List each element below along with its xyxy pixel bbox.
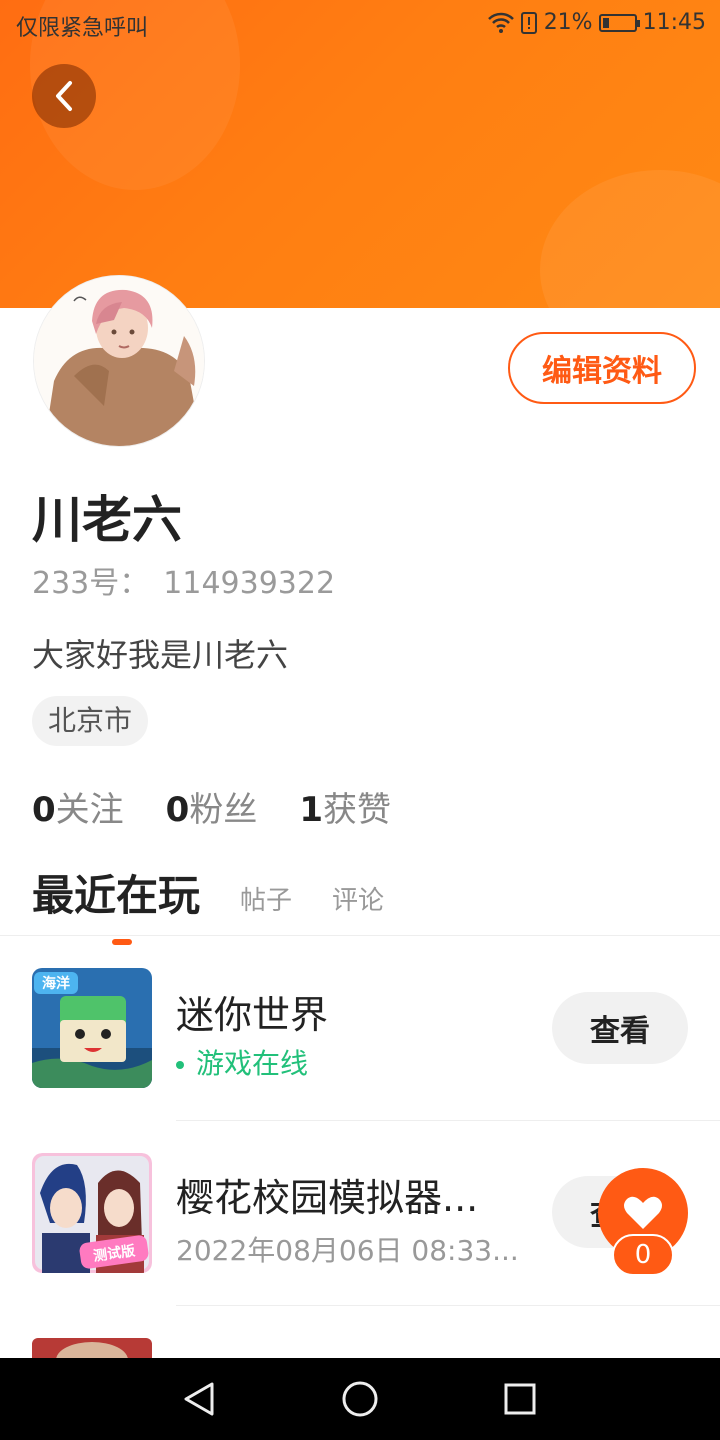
last-played-time: 2022年08月06日 08:33... [176, 1234, 519, 1267]
like-count-badge: 0 [612, 1234, 674, 1276]
nav-back-button[interactable] [178, 1378, 220, 1420]
avatar-illustration [34, 276, 204, 446]
view-button[interactable]: 查看 [552, 992, 688, 1064]
user-id-value: 114939322 [163, 566, 336, 601]
stat-followers[interactable]: 0粉丝 [166, 782, 258, 831]
stat-value: 0 [32, 790, 56, 830]
tab-recently-played[interactable]: 最近在玩 [32, 862, 201, 945]
stat-label: 粉丝 [189, 790, 258, 830]
status-text: 游戏在线 [196, 1047, 309, 1080]
game-name: 迷你世界 [176, 993, 329, 1037]
tab-comments[interactable]: 评论 [332, 880, 384, 923]
back-triangle-icon [184, 1382, 214, 1416]
user-bio: 大家好我是川老六 [32, 636, 289, 674]
chevron-left-icon [56, 81, 72, 111]
status-icons: 21% 11:45 [487, 10, 706, 35]
stats-row: 0关注 0粉丝 1获赞 [32, 782, 391, 831]
content-tabs: 最近在玩 帖子 评论 [32, 862, 384, 945]
divider [176, 1305, 720, 1306]
wifi-icon [487, 12, 514, 33]
tab-posts[interactable]: 帖子 [240, 880, 292, 923]
nav-recents-button[interactable] [499, 1378, 541, 1420]
battery-percent: 21% [543, 10, 593, 35]
game-icon-sakura-school: 测试版 [32, 1153, 152, 1273]
stat-value: 1 [299, 790, 324, 830]
game-icon-partial [32, 1338, 152, 1358]
status-bar: 仅限紧急呼叫 21% 11:45 [0, 0, 720, 50]
location-tag: 北京市 [32, 696, 149, 746]
stat-label: 获赞 [323, 790, 392, 830]
user-id-label: 233号： [32, 566, 150, 601]
edit-profile-button[interactable]: 编辑资料 [508, 332, 696, 404]
game-online-status: 游戏在线 [176, 1042, 308, 1082]
clock: 11:45 [642, 10, 706, 35]
username: 川老六 [32, 491, 182, 549]
stat-value: 0 [165, 790, 190, 830]
game-icon-mini-world: 海洋 [32, 968, 152, 1088]
home-circle-icon [342, 1381, 378, 1417]
stat-likes[interactable]: 1获赞 [299, 782, 391, 831]
recents-square-icon [504, 1383, 536, 1415]
battery-saver-icon [598, 13, 640, 32]
game-name: 樱花校园模拟器... [176, 1176, 479, 1220]
tab-label: 最近在玩 [32, 871, 201, 920]
online-dot-icon [176, 1061, 184, 1069]
svg-text:海洋: 海洋 [42, 975, 70, 992]
banner-decoration [540, 170, 720, 308]
heart-icon [624, 1196, 662, 1229]
carrier-text: 仅限紧急呼叫 [16, 16, 149, 41]
list-item[interactable]: 海洋 迷你世界 游戏在线 查看 [0, 936, 720, 1120]
system-nav-bar [0, 1358, 720, 1440]
stat-label: 关注 [55, 790, 124, 830]
back-button[interactable] [32, 64, 96, 128]
user-id: 233号： 114939322 [32, 558, 335, 602]
sim-alert-icon [520, 11, 537, 34]
nav-home-button[interactable] [339, 1378, 381, 1420]
avatar[interactable] [34, 276, 204, 446]
stat-following[interactable]: 0关注 [32, 782, 124, 831]
